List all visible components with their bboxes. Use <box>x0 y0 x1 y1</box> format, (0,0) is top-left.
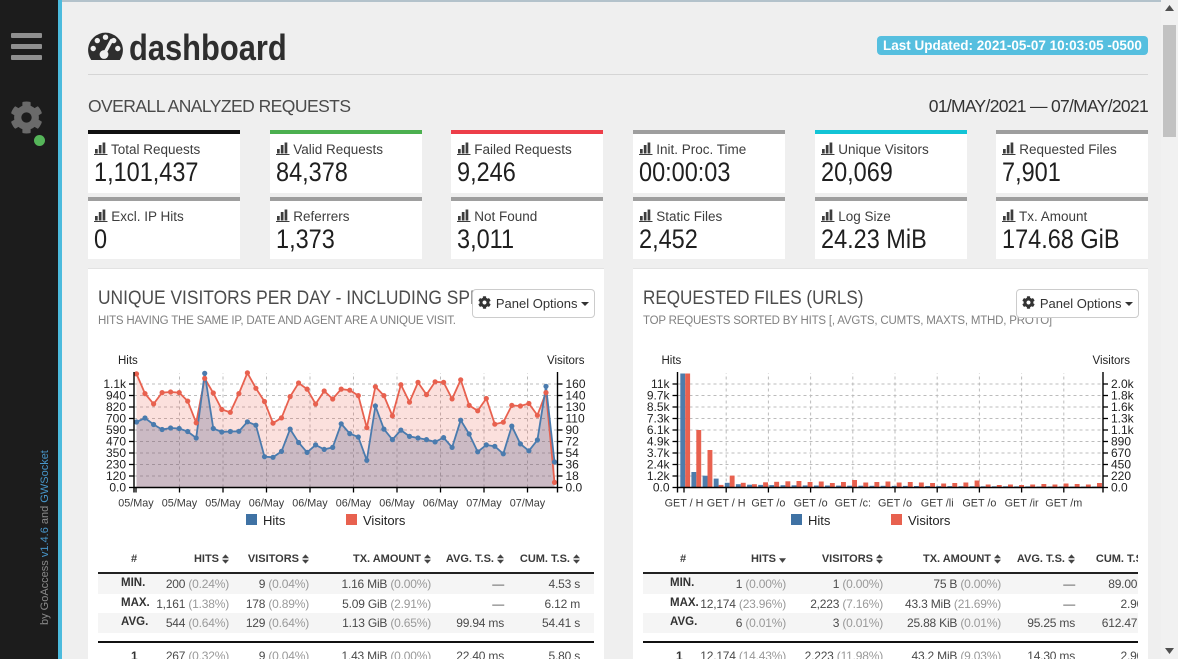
svg-text:GET / H: GET / H <box>665 498 704 510</box>
svg-text:Visitors: Visitors <box>547 355 585 367</box>
svg-text:Hits: Hits <box>118 355 138 367</box>
svg-text:160: 160 <box>566 377 586 391</box>
svg-text:GET /o: GET /o <box>794 498 828 510</box>
svg-text:05/May: 05/May <box>162 498 198 510</box>
svg-text:GET /o: GET /o <box>751 498 785 510</box>
svg-text:06/May: 06/May <box>249 498 285 510</box>
svg-text:Hits: Hits <box>662 355 682 367</box>
svg-text:06/May: 06/May <box>379 498 415 510</box>
svg-text:07/May: 07/May <box>466 498 502 510</box>
svg-text:GET /c:: GET /c: <box>835 498 871 510</box>
svg-text:GET /m: GET /m <box>1045 498 1082 510</box>
svg-text:07/May: 07/May <box>510 498 546 510</box>
svg-text:06/May: 06/May <box>336 498 372 510</box>
svg-text:1.1k: 1.1k <box>103 377 127 391</box>
svg-text:GET /ir: GET /ir <box>1005 498 1039 510</box>
svg-text:06/May: 06/May <box>292 498 328 510</box>
svg-text:2.0k: 2.0k <box>1111 377 1135 391</box>
svg-text:GET / H: GET / H <box>707 498 746 510</box>
svg-text:11k: 11k <box>651 377 670 391</box>
svg-text:05/May: 05/May <box>205 498 241 510</box>
svg-text:05/May: 05/May <box>118 498 154 510</box>
svg-text:06/May: 06/May <box>423 498 459 510</box>
svg-text:GET /li: GET /li <box>921 498 954 510</box>
svg-text:Visitors: Visitors <box>1093 355 1131 367</box>
svg-text:GET /o: GET /o <box>878 498 912 510</box>
svg-text:GET /o: GET /o <box>962 498 996 510</box>
